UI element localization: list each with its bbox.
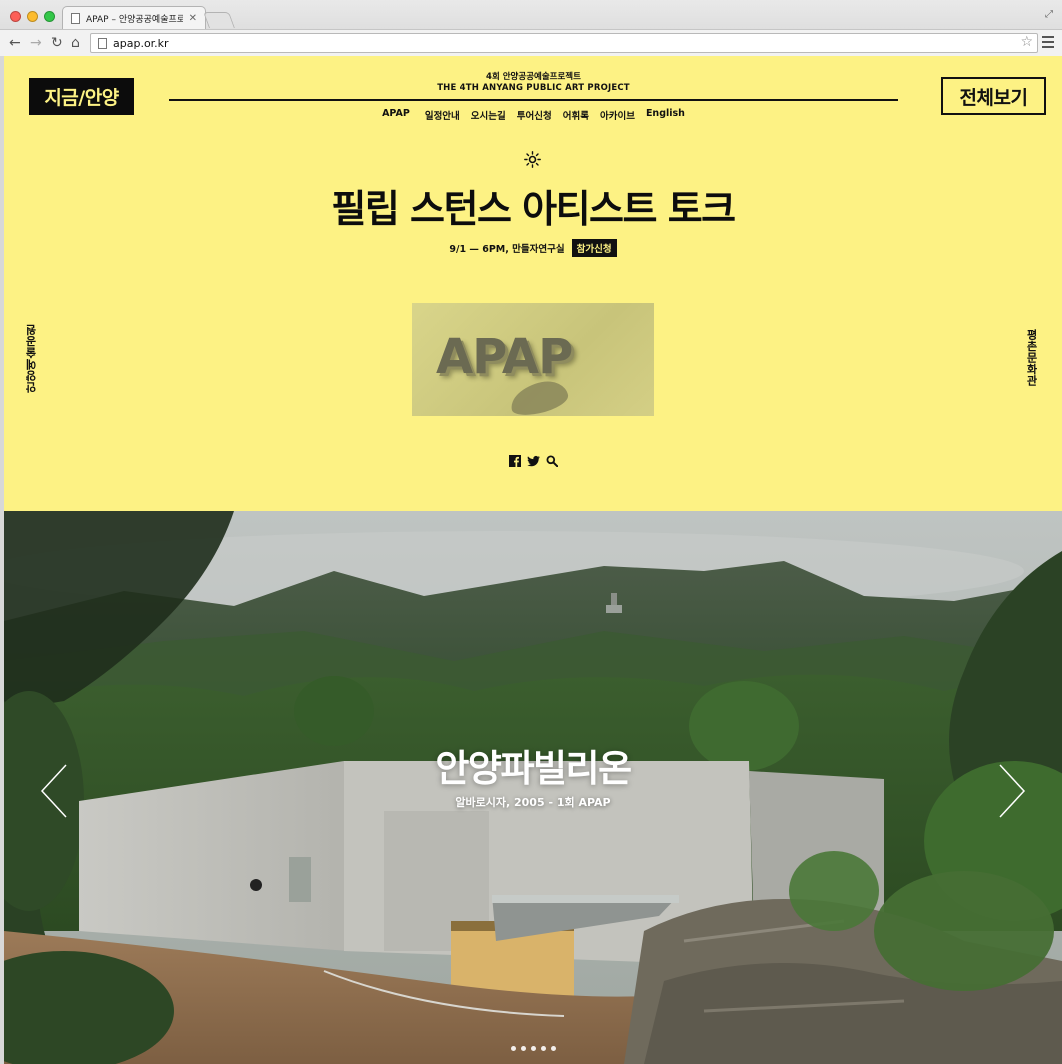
window-controls	[10, 11, 55, 22]
nav-item-schedule[interactable]: 일정안내	[425, 108, 460, 122]
sun-icon	[524, 151, 541, 168]
browser-toolbar: ← → ↻ ⌂ apap.or.kr ☆	[0, 29, 1062, 56]
close-tab-icon[interactable]: ✕	[189, 13, 197, 24]
browser-chrome: APAP – 안양공공예술프로젝트 ✕ ⤢ ← → ↻ ⌂ apap.or.kr…	[0, 0, 1062, 56]
next-slide-chevron-icon[interactable]	[988, 761, 1028, 821]
nav-item-apap[interactable]: APAP	[382, 108, 410, 122]
nav-item-tour[interactable]: 투어신청	[517, 108, 552, 122]
page-icon	[98, 38, 107, 49]
back-arrow-icon[interactable]: ←	[9, 34, 21, 52]
event-image[interactable]: APAP	[412, 303, 654, 416]
slider-dots	[4, 1046, 1062, 1051]
slider-dot[interactable]	[510, 1046, 516, 1051]
browser-tab[interactable]: APAP – 안양공공예술프로젝트 ✕	[62, 6, 206, 29]
slide-caption: 알바로시자, 2005 - 1회 APAP	[455, 796, 611, 809]
url-text: apap.or.kr	[113, 37, 169, 50]
main-nav: APAP 일정안내 오시는길 투어신청 어휘록 아카이브 English	[169, 108, 898, 122]
nav-item-archive[interactable]: 아카이브	[600, 108, 635, 122]
facebook-icon[interactable]	[508, 455, 521, 467]
apply-button[interactable]: 참가신청	[571, 239, 617, 257]
side-link-right[interactable]: 평촌문화관	[1023, 329, 1039, 387]
event-meta: 9/1 — 6PM, 만들자연구실 참가신청	[4, 239, 1062, 257]
nav-item-directions[interactable]: 오시는길	[471, 108, 506, 122]
site-logo[interactable]: 지금/안양	[29, 78, 134, 115]
new-tab-button[interactable]	[203, 12, 235, 28]
slider-dot[interactable]	[520, 1046, 526, 1051]
hero-section: 지금/안양 전체보기 4회 안양공공예술프로젝트 THE 4TH ANYANG …	[4, 56, 1062, 511]
slider-dot[interactable]	[530, 1046, 536, 1051]
address-bar[interactable]: apap.or.kr ☆	[90, 33, 1038, 53]
event-title[interactable]: 필립 스턴스 아티스트 토크	[4, 186, 1062, 232]
fullscreen-icon[interactable]: ⤢	[1045, 9, 1053, 20]
apap-sign-text: APAP	[436, 329, 573, 385]
social-links	[4, 455, 1062, 467]
home-icon[interactable]: ⌂	[71, 34, 80, 52]
close-window-button[interactable]	[10, 11, 21, 22]
bookmark-star-icon[interactable]: ☆	[1020, 34, 1033, 50]
view-all-button[interactable]: 전체보기	[941, 77, 1046, 115]
project-title-en: THE 4TH ANYANG PUBLIC ART PROJECT	[437, 83, 630, 93]
search-icon[interactable]	[546, 455, 558, 467]
minimize-window-button[interactable]	[27, 11, 38, 22]
reload-icon[interactable]: ↻	[51, 34, 63, 52]
nav-item-english[interactable]: English	[646, 108, 685, 122]
tab-title: APAP – 안양공공예술프로젝트	[86, 14, 183, 25]
forward-arrow-icon[interactable]: →	[30, 34, 42, 52]
twitter-icon[interactable]	[526, 455, 540, 467]
side-link-left[interactable]: 안양예술공원	[24, 324, 40, 393]
slider-dot[interactable]	[550, 1046, 556, 1051]
page-icon	[71, 12, 80, 24]
header-divider	[169, 99, 898, 101]
prev-slide-chevron-icon[interactable]	[38, 761, 78, 821]
site-header: 4회 안양공공예술프로젝트 THE 4TH ANYANG PUBLIC ART …	[169, 72, 898, 122]
project-title-ko: 4회 안양공공예술프로젝트	[486, 72, 581, 82]
zoom-window-button[interactable]	[44, 11, 55, 22]
slider-dot[interactable]	[540, 1046, 546, 1051]
web-page: 지금/안양 전체보기 4회 안양공공예술프로젝트 THE 4TH ANYANG …	[4, 56, 1062, 1064]
nav-item-glossary[interactable]: 어휘록	[563, 108, 589, 122]
event-date-location: 9/1 — 6PM, 만들자연구실	[449, 244, 565, 255]
image-slider[interactable]: 안양파빌리온 알바로시자, 2005 - 1회 APAP	[4, 511, 1062, 1064]
slide-title[interactable]: 안양파빌리온	[4, 738, 1062, 792]
menu-icon[interactable]	[1042, 36, 1054, 51]
